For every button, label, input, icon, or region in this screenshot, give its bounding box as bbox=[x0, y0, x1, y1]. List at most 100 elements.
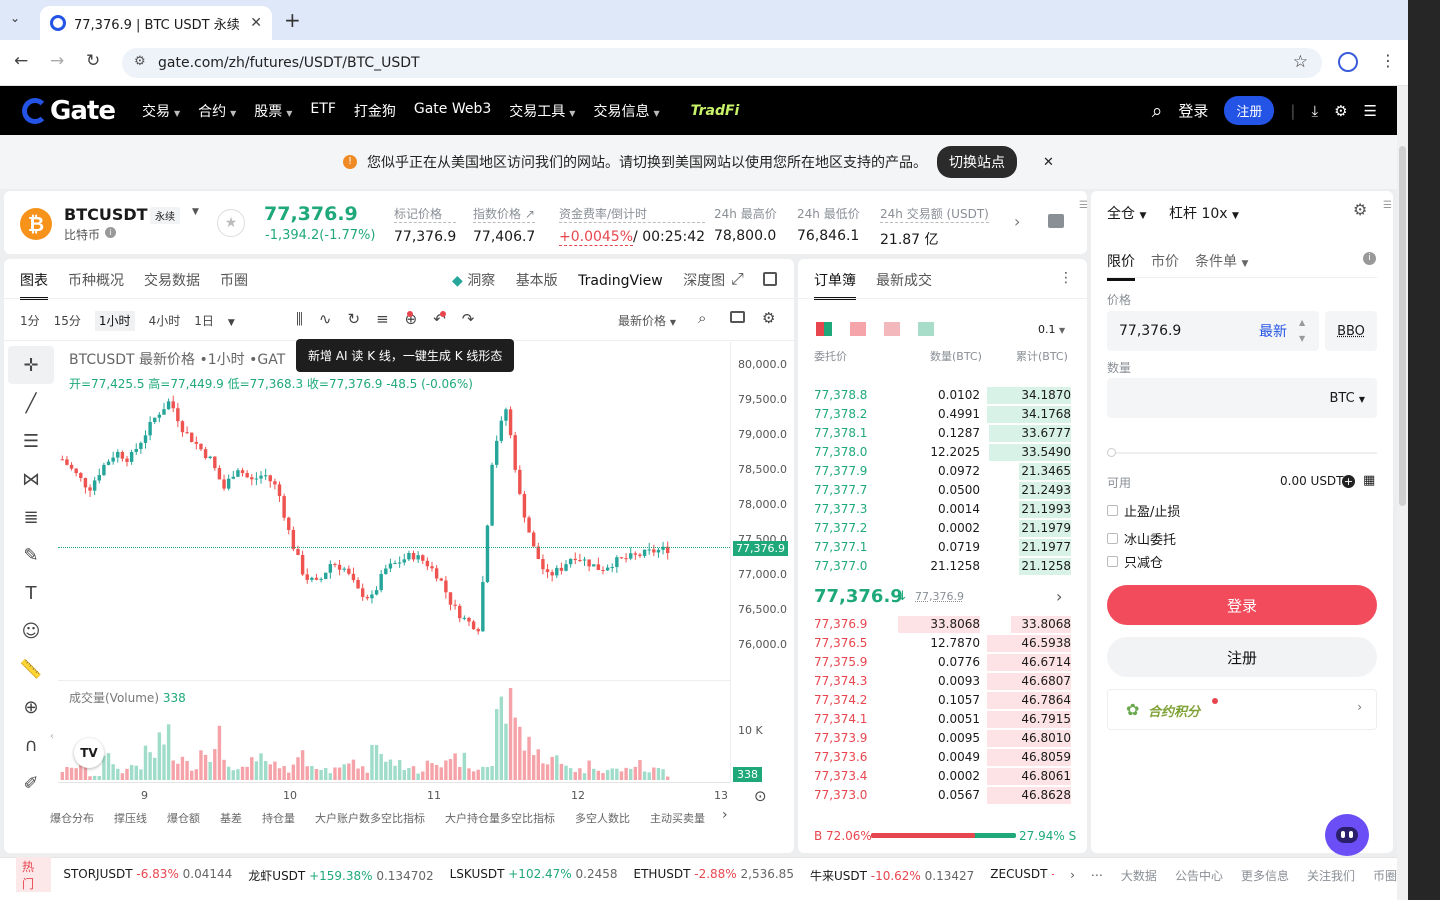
chart-settings-icon[interactable]: ⚙ bbox=[762, 309, 775, 327]
menu-futures[interactable]: 合约 ▼ bbox=[189, 101, 245, 121]
tab-conditional[interactable]: 条件单 ▼ bbox=[1195, 254, 1248, 270]
margin-mode-select[interactable]: 全仓 ▼ bbox=[1107, 203, 1146, 223]
footer-link[interactable]: 更多信息 bbox=[1241, 867, 1289, 884]
bid-row[interactable]: 77,374.2 0.1057 46.7864 bbox=[798, 691, 1087, 710]
ask-row[interactable]: 77,378.0 12.2025 33.5490 bbox=[798, 443, 1087, 462]
bid-row[interactable]: 77,374.3 0.0093 46.6807 bbox=[798, 672, 1087, 691]
tab-overview[interactable]: 币种概况 bbox=[68, 273, 124, 289]
interval-1d[interactable]: 1日 bbox=[194, 314, 214, 328]
bid-row[interactable]: 77,373.9 0.0095 46.8010 bbox=[798, 729, 1087, 748]
transfer-plus-icon[interactable]: + bbox=[1342, 475, 1355, 488]
indicator-link[interactable]: 基差 bbox=[220, 812, 242, 825]
links-next-icon[interactable]: › bbox=[722, 807, 728, 823]
footer-ticker-item[interactable]: ZECUSDT -5.38% 1,1: bbox=[990, 867, 1054, 884]
price-stepper[interactable]: ▲ ▼ bbox=[1299, 315, 1305, 347]
panel-drag-handle-icon[interactable]: ☰ bbox=[1383, 200, 1392, 211]
new-tab-icon[interactable]: + bbox=[284, 8, 301, 32]
layout-buy-icon[interactable] bbox=[918, 322, 934, 336]
tab-list-chevron-icon[interactable]: ⌄ bbox=[10, 11, 20, 25]
url-bar[interactable]: ⚙ gate.com/zh/futures/USDT/BTC_USDT ☆ bbox=[122, 48, 1322, 78]
interval-4h[interactable]: 4小时 bbox=[149, 314, 181, 328]
checkbox[interactable] bbox=[1107, 533, 1118, 544]
bid-row[interactable]: 77,376.9 33.8068 33.8068 bbox=[798, 615, 1087, 634]
ask-row[interactable]: 77,378.8 0.0102 34.1870 bbox=[798, 386, 1087, 405]
ask-row[interactable]: 77,377.2 0.0002 21.1979 bbox=[798, 519, 1087, 538]
ask-row[interactable]: 77,377.1 0.0719 21.1977 bbox=[798, 538, 1087, 557]
indicator-link[interactable]: 撑压线 bbox=[114, 812, 147, 825]
reload-icon[interactable]: ↻ bbox=[86, 51, 100, 71]
view-depth[interactable]: 深度图 bbox=[683, 273, 725, 289]
magnet-icon[interactable]: ∩ bbox=[8, 726, 54, 764]
bookmark-star-icon[interactable]: ☆ bbox=[1293, 52, 1308, 72]
footer-link[interactable]: 公告中心 bbox=[1175, 867, 1223, 884]
latest-price-link[interactable]: 最新 bbox=[1259, 321, 1287, 341]
pattern-icon[interactable]: ⋈ bbox=[8, 460, 54, 498]
order-info-icon[interactable]: i bbox=[1363, 252, 1376, 265]
tab-orderbook[interactable]: 订单簿 bbox=[814, 273, 856, 300]
candle-type-icon[interactable]: ⫼ bbox=[296, 310, 319, 328]
futures-points-card[interactable]: ✿ 合约积分 › bbox=[1107, 689, 1377, 730]
footer-link[interactable]: 大数据 bbox=[1121, 867, 1157, 884]
camera-icon[interactable] bbox=[730, 311, 745, 323]
layout-both-icon[interactable] bbox=[816, 322, 832, 336]
settings-icon[interactable]: ⚙ bbox=[1334, 102, 1347, 120]
stat-label[interactable]: 指数价格 ↗ bbox=[473, 205, 536, 223]
indicator-link[interactable]: 大户账户数多空比指标 bbox=[315, 812, 425, 825]
browser-tab[interactable]: 77,376.9 | BTC USDT 永续 ✕ bbox=[40, 6, 272, 40]
interval-dropdown-icon[interactable]: ▼ bbox=[228, 318, 235, 328]
crosshair-icon[interactable]: ✛ bbox=[8, 346, 54, 384]
layout-buy-sell-icon[interactable] bbox=[884, 322, 900, 336]
zoom-search-icon[interactable]: ⌕ bbox=[698, 309, 706, 327]
qty-unit-select[interactable]: BTC ▼ bbox=[1330, 391, 1365, 406]
undo-icon[interactable]: ↶ bbox=[433, 310, 462, 328]
precision-select[interactable]: 0.1 ▼ bbox=[1038, 323, 1065, 336]
indicator-link[interactable]: 爆仓分布 bbox=[50, 812, 94, 825]
menu-trade[interactable]: 交易 ▼ bbox=[133, 101, 189, 121]
trend-line-icon[interactable]: ╱ bbox=[8, 384, 54, 422]
tab-community[interactable]: 币圈 bbox=[220, 273, 248, 289]
emoji-icon[interactable]: ☺ bbox=[8, 612, 54, 650]
close-notice-icon[interactable]: ✕ bbox=[1043, 155, 1054, 170]
login-button[interactable]: 登录 bbox=[1107, 585, 1377, 625]
zoom-in-icon[interactable]: ⊕ bbox=[8, 688, 54, 726]
favorite-star-icon[interactable]: ★ bbox=[217, 209, 245, 237]
indicator-link[interactable]: 爆仓额 bbox=[167, 812, 200, 825]
funding-rate-value[interactable]: +0.0045% bbox=[559, 229, 634, 246]
time-settings-icon[interactable]: ⊙ bbox=[754, 787, 767, 805]
site-info-icon[interactable]: ⚙ bbox=[134, 54, 146, 69]
footer-link[interactable]: 关注我们 bbox=[1307, 867, 1355, 884]
ai-kline-icon[interactable]: ≡ bbox=[376, 310, 405, 328]
view-basic[interactable]: 基本版 bbox=[516, 273, 558, 289]
layout-sell-icon[interactable] bbox=[850, 322, 866, 336]
chat-bot-icon[interactable] bbox=[1325, 814, 1369, 856]
horizontal-lines-icon[interactable]: ☰ bbox=[8, 422, 54, 460]
interval-1m[interactable]: 1分 bbox=[20, 314, 40, 328]
footer-next-icon[interactable]: › bbox=[1070, 868, 1075, 882]
stat-label[interactable]: 资金费率/倒计时 bbox=[559, 205, 706, 223]
menu-etf[interactable]: ETF bbox=[301, 101, 344, 121]
notes-icon[interactable] bbox=[1048, 214, 1064, 228]
bid-row[interactable]: 77,374.1 0.0051 46.7915 bbox=[798, 710, 1087, 729]
bid-row[interactable]: 77,373.0 0.0567 46.8628 bbox=[798, 786, 1087, 805]
tab-market[interactable]: 市价 bbox=[1151, 254, 1179, 270]
close-tab-icon[interactable]: ✕ bbox=[250, 15, 262, 31]
text-icon[interactable]: T bbox=[8, 574, 54, 612]
checkbox[interactable] bbox=[1107, 556, 1118, 567]
candlestick-chart[interactable] bbox=[58, 342, 730, 782]
redo-icon[interactable]: ↷ bbox=[462, 310, 491, 328]
stat-label[interactable]: 24h 交易额 (USDT) bbox=[880, 205, 989, 223]
tradfi-link[interactable]: TradFi bbox=[691, 103, 740, 119]
menu-web3[interactable]: Gate Web3 bbox=[405, 101, 500, 121]
indicators-icon[interactable]: ∿ bbox=[319, 310, 348, 328]
checkbox[interactable] bbox=[1107, 505, 1118, 516]
menu-stocks[interactable]: 股票 ▼ bbox=[245, 101, 301, 121]
brush-icon[interactable]: ✎ bbox=[8, 536, 54, 574]
bid-row[interactable]: 77,376.5 12.7870 46.5938 bbox=[798, 634, 1087, 653]
tab-latest-trades[interactable]: 最新成交 bbox=[876, 273, 932, 289]
view-tradingview[interactable]: TradingView bbox=[578, 273, 663, 289]
more-book-icon[interactable]: › bbox=[1056, 587, 1062, 606]
chevron-right-icon[interactable]: › bbox=[1014, 212, 1020, 231]
profile-icon[interactable] bbox=[1338, 52, 1358, 72]
scrollbar-thumb[interactable] bbox=[1399, 146, 1406, 506]
ask-row[interactable]: 77,378.2 0.4991 34.1768 bbox=[798, 405, 1087, 424]
